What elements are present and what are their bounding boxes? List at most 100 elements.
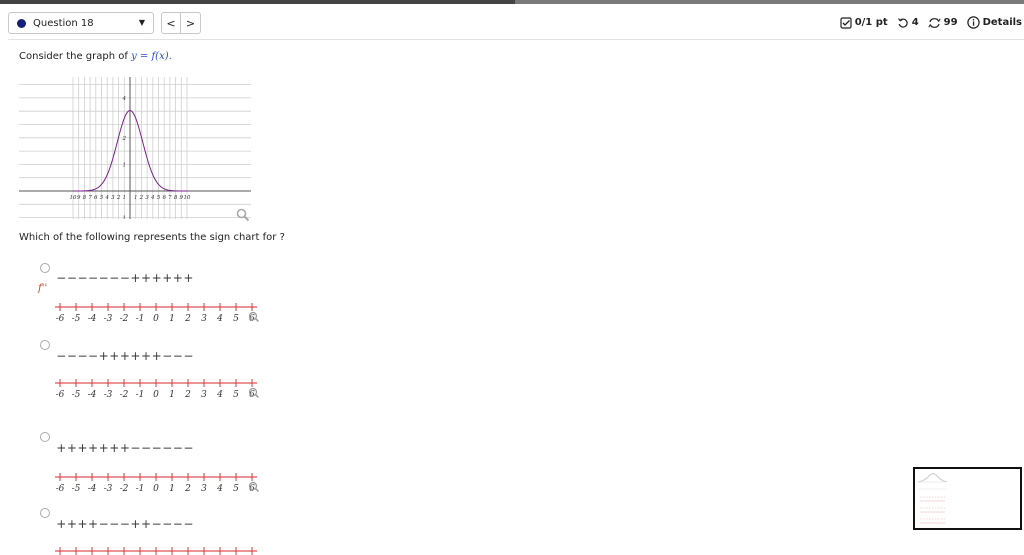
next-question-button[interactable]: >	[181, 12, 201, 34]
points-text: 0/1 pt	[854, 17, 888, 28]
number-line-label: -1	[136, 390, 145, 400]
graph-thumbnail[interactable]	[913, 467, 1022, 530]
sign-symbol: −	[172, 349, 183, 363]
sign-symbol: −	[119, 517, 130, 531]
question-prompt: Consider the graph of y = f(x).	[19, 51, 172, 62]
number-line-label: -5	[72, 484, 81, 494]
sign-symbol: +	[130, 349, 141, 363]
thumbnail-preview-icon	[917, 473, 948, 524]
x-tick-label: 5	[100, 195, 104, 201]
number-line-label: 3	[201, 390, 207, 400]
sign-symbol: +	[66, 441, 77, 455]
number-line-label: 0	[153, 390, 159, 400]
y-tick-label: 2	[122, 136, 127, 142]
number-line-label: 4	[216, 484, 223, 494]
question-end: ?	[279, 232, 285, 243]
question-text: Which of the following represents the si…	[19, 232, 277, 243]
x-tick-label: 1	[134, 195, 138, 201]
chevron-down-icon: ▼	[138, 18, 145, 27]
x-tick-label: 10	[70, 195, 77, 201]
number-line-label: 0	[153, 314, 159, 324]
x-tick-label: 4	[150, 195, 155, 201]
sign-symbol: −	[109, 517, 120, 531]
question-select[interactable]: Question 18 ▼	[8, 12, 154, 34]
sign-row-3: +++++++−−−−−−	[56, 441, 194, 455]
sign-row-4: ++++−−−++−−−−	[56, 517, 194, 531]
number-line-label: -6	[56, 390, 65, 400]
number-line-label: -2	[120, 314, 129, 324]
sign-symbol: +	[88, 441, 99, 455]
sign-symbol: +	[77, 517, 88, 531]
sign-symbol: +	[98, 441, 109, 455]
sign-symbol: +	[109, 441, 120, 455]
y-tick-label: 1	[123, 216, 127, 219]
sign-symbol: −	[151, 517, 162, 531]
number-line-label: -3	[104, 314, 113, 324]
number-line-label: -6	[56, 484, 65, 494]
sign-symbol: +	[141, 517, 152, 531]
sync-icon	[928, 17, 941, 28]
info-icon	[966, 16, 980, 29]
retry-icon	[897, 17, 908, 28]
sign-symbol: +	[162, 271, 173, 285]
details-link[interactable]: Details	[966, 16, 1022, 29]
sign-symbol: +	[183, 271, 194, 285]
number-line-2: -6 -5 -4 -3 -2 -1 0 1 2 3 4 5 6	[55, 379, 260, 400]
x-tick-label: 1	[123, 195, 127, 201]
number-line-label: -4	[88, 314, 97, 324]
sign-symbol: +	[56, 517, 67, 531]
sign-symbol: −	[183, 441, 194, 455]
x-tick-label: 6	[94, 195, 98, 201]
sign-symbol: +	[66, 517, 77, 531]
x-tick-label: 6	[162, 195, 166, 201]
sign-symbol: +	[119, 349, 130, 363]
sign-symbol: −	[88, 349, 99, 363]
prompt-text: Consider the graph of	[19, 51, 128, 62]
x-tick-label: 8	[83, 195, 87, 201]
sign-symbol: +	[141, 349, 152, 363]
sign-symbol: +	[109, 349, 120, 363]
number-line-label: -1	[136, 314, 145, 324]
zoom-icon[interactable]	[236, 208, 250, 222]
sign-chart-question: Which of the following represents the si…	[19, 232, 285, 294]
option-radio-2[interactable]	[40, 340, 50, 350]
x-tick-label: 9	[77, 195, 81, 201]
option-radio-4[interactable]	[40, 508, 50, 518]
number-line-1: -6 -5 -4 -3 -2 -1 0 1 2 3 4 5 6	[55, 303, 260, 324]
question-label: Question 18	[33, 17, 94, 29]
x-tick-label: 2	[116, 195, 121, 201]
number-line-label: 1	[169, 390, 175, 400]
retries-group: 4	[897, 17, 919, 29]
sign-symbol: −	[98, 517, 109, 531]
number-line-label: 2	[184, 314, 191, 324]
sign-symbol: −	[66, 271, 77, 285]
number-line-label: -5	[72, 390, 81, 400]
x-tick-label: 4	[104, 195, 109, 201]
number-line-label: 1	[169, 484, 175, 494]
option-radio-1[interactable]	[40, 263, 50, 273]
option-radio-3[interactable]	[40, 432, 50, 442]
status-dot-icon	[17, 18, 26, 28]
sign-symbol: −	[162, 517, 173, 531]
x-tick-label: 7	[168, 195, 172, 201]
number-line-label: -3	[104, 390, 113, 400]
sign-symbol: +	[130, 517, 141, 531]
number-line-label: 2	[184, 390, 191, 400]
sign-symbol: −	[172, 517, 183, 531]
function-graph: 10 9 8 7 6 5 4 3 2 1 1 2 3 4 5 6 7 8 9 104211	[19, 77, 251, 219]
prompt-math: y = f(x).	[131, 51, 172, 62]
sign-symbol: −	[56, 349, 67, 363]
x-tick-label: 3	[111, 195, 115, 201]
submissions-group: 99	[928, 17, 958, 29]
retries-count: 4	[911, 17, 919, 28]
previous-question-button[interactable]: <	[161, 12, 181, 34]
sign-symbol: +	[141, 271, 152, 285]
points-group: 0/1 pt	[840, 16, 888, 29]
x-tick-label: 2	[139, 195, 144, 201]
header-divider	[8, 39, 1024, 40]
sign-symbol: −	[77, 349, 88, 363]
sign-symbol: −	[151, 441, 162, 455]
top-strip-light	[515, 0, 1024, 4]
sign-symbol: +	[56, 441, 67, 455]
sign-symbol: +	[130, 271, 141, 285]
